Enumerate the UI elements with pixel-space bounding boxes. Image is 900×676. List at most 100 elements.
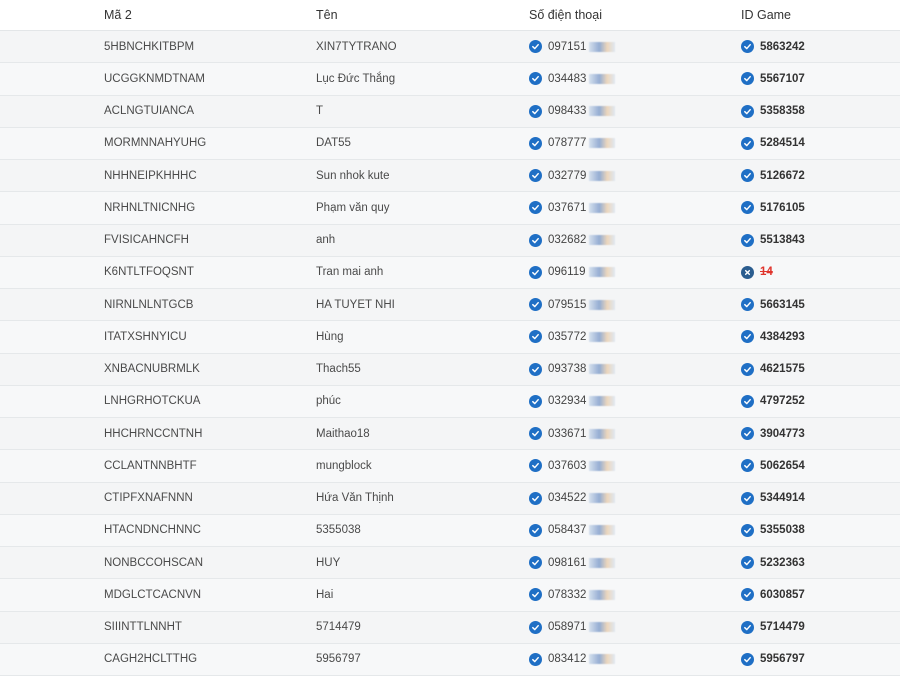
table-row[interactable]: CTIPFXNAFNNN Hứa Văn Thịnh 034522 5344914 [0,482,900,515]
redacted-phone-digits [589,41,616,52]
table-row[interactable]: SIIINTTLNNHT 5714479 058971 5714479 [0,611,900,644]
cell-ma2: HHCHRNCCNTNH [104,427,203,440]
check-circle-icon [529,620,542,634]
phone-number: 033671 [548,427,587,440]
check-circle-icon [529,265,542,279]
cell-phone: 078777 [529,136,616,150]
phone-number: 083412 [548,653,587,666]
check-circle-icon [529,588,542,602]
redacted-phone-digits [589,170,616,181]
check-circle-icon [529,330,542,344]
redacted-phone-digits [589,654,616,665]
column-header-id-game[interactable]: ID Game [741,8,791,22]
cell-phone: 098433 [529,104,616,118]
phone-number: 079515 [548,298,587,311]
redacted-phone-digits [589,428,616,439]
table-row[interactable]: NHHNEIPKHHHC Sun nhok kute 032779 5126672 [0,160,900,193]
phone-number: 037671 [548,201,587,214]
redacted-phone-digits [589,202,616,213]
table-row[interactable]: NONBCCOHSCAN HUY 098161 5232363 [0,547,900,580]
cell-ten: anh [316,234,336,247]
id-game-value: 5284514 [760,137,805,150]
redacted-phone-digits [589,364,616,375]
table-row[interactable]: LNHGRHOTCKUA phúc 032934 4797252 [0,385,900,418]
id-game-value: 3904773 [760,427,805,440]
table-row[interactable]: MDGLCTCACNVN Hai 078332 6030857 [0,579,900,612]
id-game-value: 4621575 [760,363,805,376]
phone-number: 034483 [548,72,587,85]
data-table: Mã 2 Tên Số điện thoại ID Game 5HBNCHKIT… [0,0,900,676]
table-row[interactable]: ACLNGTUIANCA T 098433 5358358 [0,95,900,128]
cell-ten: XIN7TYTRANO [316,40,397,53]
redacted-phone-digits [589,73,616,84]
cell-id-game: 6030857 [741,588,805,602]
id-game-value: 5355038 [760,524,805,537]
check-circle-icon [741,136,754,150]
cell-id-game: 5863242 [741,40,805,54]
table-row[interactable]: HTACNDNCHNNC 5355038 058437 5355038 [0,514,900,547]
cell-phone: 058437 [529,523,616,537]
id-game-value: 5714479 [760,621,805,634]
cell-ten: Hùng [316,330,344,343]
column-header-ma2[interactable]: Mã 2 [104,8,132,22]
phone-number: 035772 [548,330,587,343]
cell-ma2: HTACNDNCHNNC [104,524,201,537]
check-circle-icon [741,362,754,376]
redacted-phone-digits [589,299,616,310]
table-row[interactable]: 5HBNCHKITBPM XIN7TYTRANO 097151 5863242 [0,31,900,64]
id-game-value: 5232363 [760,556,805,569]
table-row[interactable]: MORMNNAHYUHG DAT55 078777 5284514 [0,127,900,160]
check-circle-icon [741,620,754,634]
check-circle-icon [529,362,542,376]
table-row[interactable]: ITATXSHNYICU Hùng 035772 4384293 [0,321,900,354]
cell-ma2: NRHNLTNICNHG [104,201,196,214]
phone-number: 032682 [548,234,587,247]
cell-id-game: 5284514 [741,136,805,150]
phone-number: 078777 [548,137,587,150]
check-circle-icon [529,298,542,312]
check-circle-icon [529,40,542,54]
id-game-value: 5956797 [760,653,805,666]
cell-ten: Lục Đức Thắng [316,72,396,85]
cell-phone: 093738 [529,362,616,376]
check-circle-icon [741,201,754,215]
table-row[interactable]: UCGGKNMDTNAM Lục Đức Thắng 034483 5567107 [0,63,900,96]
phone-number: 096119 [548,266,586,279]
cell-phone: 032934 [529,394,616,408]
cell-ma2: LNHGRHOTCKUA [104,395,201,408]
check-circle-icon [529,491,542,505]
check-circle-icon [529,394,542,408]
cell-phone: 098161 [529,556,616,570]
x-circle-icon [741,265,754,279]
table-row[interactable]: CAGH2HCLTTHG 5956797 083412 5956797 [0,643,900,676]
cell-ten: Sun nhok kute [316,169,390,182]
redacted-phone-digits [589,557,616,568]
phone-number: 037603 [548,459,587,472]
redacted-phone-digits [588,267,615,278]
cell-id-game: 5663145 [741,298,805,312]
table-row[interactable]: K6NTLTFOQSNT Tran mai anh 096119 14 [0,256,900,289]
table-row[interactable]: NIRNLNLNTGCB HA TUYET NHI 079515 5663145 [0,289,900,322]
cell-ma2: MORMNNAHYUHG [104,137,207,150]
id-game-value: 5663145 [760,298,805,311]
table-row[interactable]: XNBACNUBRMLK Thach55 093738 4621575 [0,353,900,386]
cell-id-game: 5176105 [741,201,805,215]
column-header-phone[interactable]: Số điện thoại [529,8,602,22]
redacted-phone-digits [589,331,616,342]
cell-phone: 097151 [529,40,616,54]
table-row[interactable]: CCLANTNNBHTF mungblock 037603 5062654 [0,450,900,483]
cell-ten: Hứa Văn Thịnh [316,492,394,505]
table-row[interactable]: HHCHRNCCNTNH Maithao18 033671 3904773 [0,418,900,451]
cell-phone: 079515 [529,298,616,312]
phone-number: 032934 [548,395,587,408]
column-header-ten[interactable]: Tên [316,8,338,22]
cell-ten: T [316,105,324,118]
redacted-phone-digits [589,589,616,600]
redacted-phone-digits [589,235,616,246]
check-circle-icon [529,523,542,537]
check-circle-icon [741,427,754,441]
cell-phone: 037671 [529,201,616,215]
table-row[interactable]: NRHNLTNICNHG Phạm văn quy 037671 5176105 [0,192,900,225]
redacted-phone-digits [589,138,616,149]
table-row[interactable]: FVISICAHNCFH anh 032682 5513843 [0,224,900,257]
